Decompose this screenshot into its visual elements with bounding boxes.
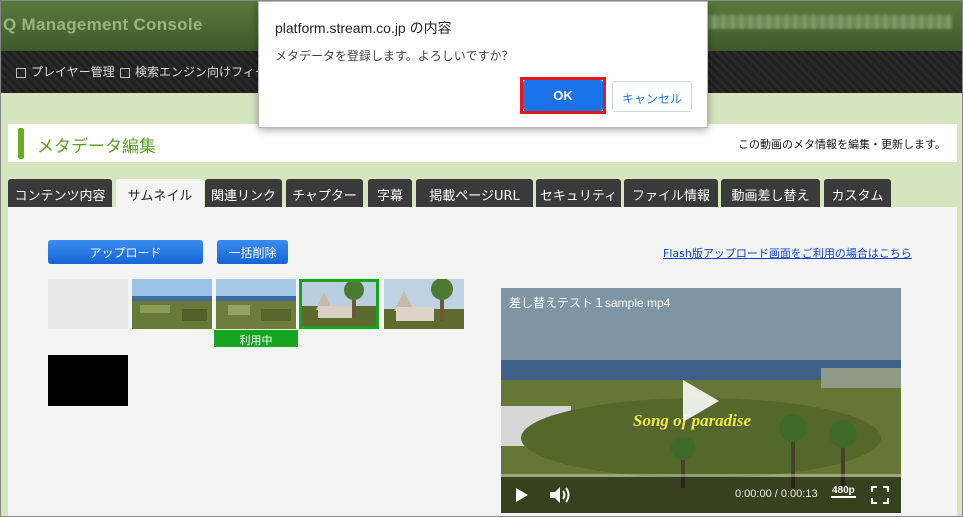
browser-window: Q Management Console プレイヤー管理 検索エンジン向けフィー… (0, 0, 963, 517)
menu-item-seo-feed[interactable]: 検索エンジン向けフィード (120, 63, 279, 80)
ok-button[interactable]: OK (523, 80, 603, 111)
tab-content[interactable]: コンテンツ内容 (8, 179, 112, 207)
dialog-message: メタデータを登録します。よろしいですか？ (275, 49, 514, 63)
app-logo: Q Management Console (3, 15, 203, 34)
tab-thumbnail[interactable]: サムネイル (116, 179, 204, 207)
tab-file-info[interactable]: ファイル情報 (624, 179, 718, 207)
time-display: 0:00:00 / 0:00:13 (735, 488, 818, 500)
tab-page-url[interactable]: 掲載ページURL (416, 179, 533, 207)
page-title: メタデータ編集 (37, 137, 156, 157)
menu-item-label: プレイヤー管理 (31, 65, 115, 79)
video-title: 差し替えテスト１sample.mp4 (509, 296, 671, 310)
upload-button[interactable]: アップロード (48, 240, 203, 264)
play-overlay-icon[interactable] (683, 380, 719, 422)
tab-subtitles[interactable]: 字幕 (368, 179, 412, 207)
confirm-dialog: platform.stream.co.jp の内容 メタデータを登録します。よろ… (258, 1, 708, 128)
tab-chapters[interactable]: チャプター (286, 179, 363, 207)
quality-selector[interactable]: 480p (831, 485, 856, 498)
thumbnail-empty[interactable] (48, 279, 128, 329)
thumbnail-black[interactable] (48, 355, 128, 406)
blurred-user-info (707, 15, 952, 29)
bulk-delete-button[interactable]: 一括削除 (217, 240, 288, 264)
tab-video-replace[interactable]: 動画差し替え (721, 179, 820, 207)
page-description: この動画のメタ情報を編集・更新します。 (738, 138, 946, 151)
title-accent-bar (18, 128, 24, 159)
thumbnail-option[interactable] (384, 279, 464, 329)
tab-custom[interactable]: カスタム (824, 179, 891, 207)
thumbnail-option-in-use[interactable] (216, 279, 296, 329)
fullscreen-icon[interactable] (871, 486, 889, 504)
play-icon[interactable] (515, 487, 529, 503)
tab-related-links[interactable]: 関連リンク (205, 179, 282, 207)
dialog-title: platform.stream.co.jp の内容 (275, 20, 452, 36)
thumbnail-option[interactable] (132, 279, 212, 329)
menu-item-player[interactable]: プレイヤー管理 (16, 63, 115, 80)
thumbnail-selected[interactable] (299, 279, 379, 329)
video-player[interactable]: 差し替えテスト１sample.mp4 Song of paradise 0:00… (501, 288, 901, 513)
in-use-badge: 利用中 (214, 330, 298, 347)
cancel-button[interactable]: キャンセル (612, 81, 692, 112)
tab-security[interactable]: セキュリティ (536, 179, 621, 207)
volume-icon[interactable] (549, 486, 573, 504)
checkbox-icon (120, 67, 130, 78)
checkbox-icon (16, 67, 26, 78)
flash-upload-link[interactable]: Flash版アップロード画面をご利用の場合はこちら (663, 245, 912, 261)
